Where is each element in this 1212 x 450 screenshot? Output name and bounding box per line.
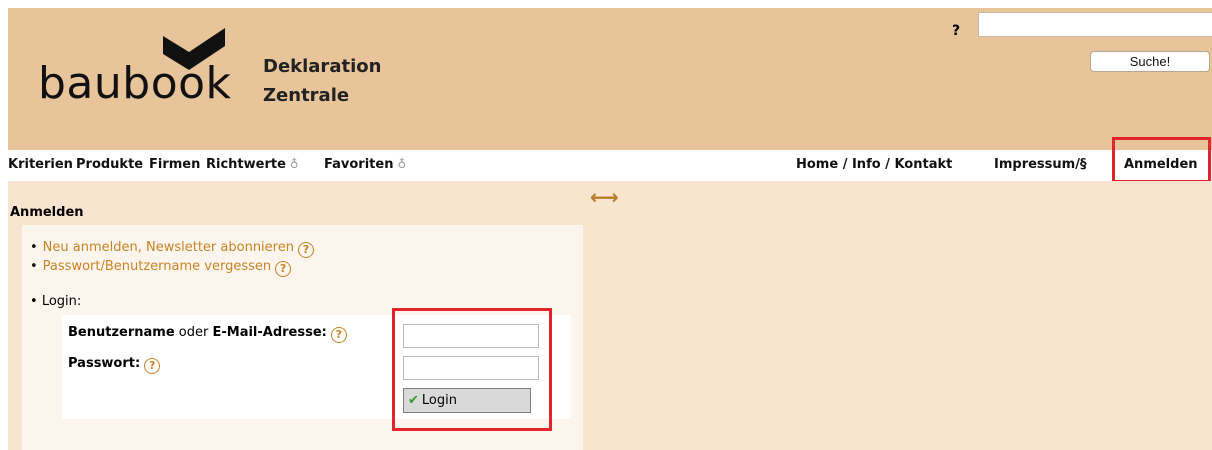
resize-arrow-icon[interactable]: ⟷ xyxy=(590,187,619,207)
help-icon[interactable]: ? xyxy=(297,242,314,258)
nav-label: Impressum/§ xyxy=(994,157,1087,172)
brand-line-1: Deklaration xyxy=(263,56,382,77)
nav-produkte[interactable]: Produkte xyxy=(76,157,143,172)
bullet: • xyxy=(30,240,38,255)
nav-favoriten[interactable]: Favoriten ♁ xyxy=(324,157,406,172)
brand-line-2: Zentrale xyxy=(263,85,350,106)
highlight-box-login xyxy=(392,308,552,431)
nav-richtwerte[interactable]: Richtwerte ♁ xyxy=(206,157,299,172)
help-icon[interactable]: ? xyxy=(330,327,347,343)
nav-label: Home / Info / Kontakt xyxy=(796,157,953,172)
bullet: • xyxy=(30,259,38,274)
username-label: Benutzername oder E-Mail-Adresse:? xyxy=(68,325,347,343)
help-icon[interactable]: ? xyxy=(952,23,960,39)
login-heading: • Login: xyxy=(30,294,81,309)
password-label-text: Passwort: xyxy=(68,356,141,371)
username-label-part: E-Mail-Adresse: xyxy=(212,325,327,340)
key-icon: ♁ xyxy=(289,157,299,171)
search-button[interactable]: Suche! xyxy=(1090,51,1210,72)
nav-label: Kriterien xyxy=(8,157,73,172)
nav-label: Produkte xyxy=(76,157,144,172)
search-input[interactable] xyxy=(978,12,1212,37)
nav-label: Favoriten xyxy=(324,157,394,172)
help-icon[interactable]: ? xyxy=(144,358,161,374)
password-label: Passwort:? xyxy=(68,356,161,374)
link-register-label[interactable]: Neu anmelden, Newsletter abonnieren xyxy=(43,240,294,255)
login-label: Login: xyxy=(41,294,82,309)
nav-label: Richtwerte xyxy=(206,157,286,172)
section-title: Anmelden xyxy=(10,205,84,220)
nav-firmen[interactable]: Firmen xyxy=(149,157,200,172)
nav-impressum[interactable]: Impressum/§ xyxy=(994,157,1086,172)
username-label-part: Benutzername xyxy=(68,325,175,340)
link-forgot-password[interactable]: • Passwort/Benutzername vergessen? xyxy=(30,259,292,277)
main-nav: Kriterien Produkte Firmen Richtwerte ♁ Fa… xyxy=(8,150,1212,181)
link-register[interactable]: • Neu anmelden, Newsletter abonnieren? xyxy=(30,240,314,258)
key-icon: ♁ xyxy=(397,157,407,171)
nav-home-info-kontakt[interactable]: Home / Info / Kontakt xyxy=(796,157,952,172)
nav-label: Firmen xyxy=(149,157,201,172)
highlight-box-anmelden xyxy=(1112,137,1211,183)
nav-kriterien[interactable]: Kriterien xyxy=(8,157,73,172)
logo[interactable]: baubook xyxy=(38,58,232,109)
username-label-part: oder xyxy=(178,325,209,340)
help-icon[interactable]: ? xyxy=(275,261,292,277)
bullet: • xyxy=(30,294,42,309)
link-forgot-password-label[interactable]: Passwort/Benutzername vergessen xyxy=(43,259,271,274)
site-header: baubook Deklaration Zentrale ? Suche! xyxy=(8,8,1212,150)
